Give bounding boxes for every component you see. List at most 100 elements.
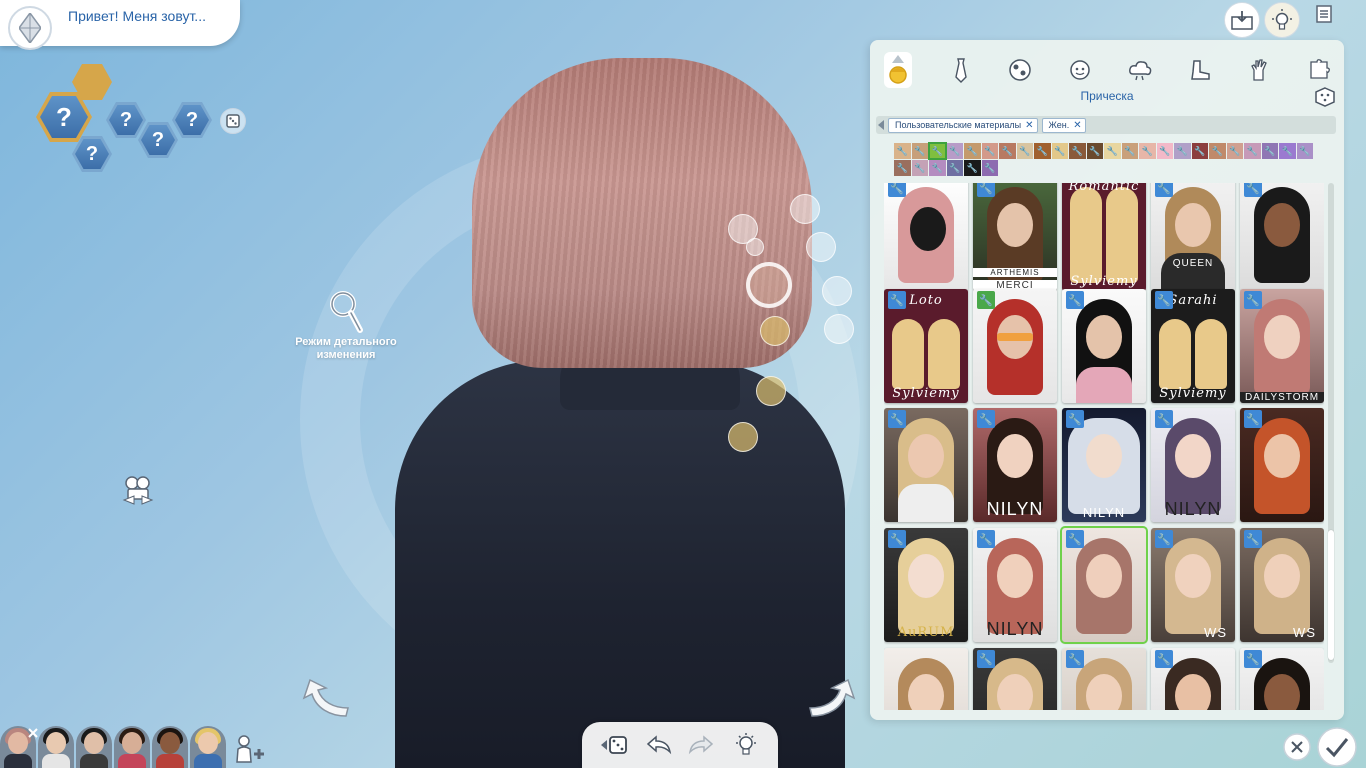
hairstyle-item[interactable]: 🔧 xyxy=(1062,648,1146,710)
hairstyle-item[interactable]: AuRUM 🔧 xyxy=(884,528,968,642)
tips-lightbulb-icon[interactable] xyxy=(1264,2,1300,38)
glove-icon[interactable] xyxy=(1239,52,1281,88)
household-sim-avatar[interactable] xyxy=(38,726,74,768)
filter-chip-custom-content[interactable]: Пользовательские материалы ✕ xyxy=(888,117,1038,133)
hairstyle-item[interactable]: 🔧 xyxy=(1240,648,1324,710)
close-icon[interactable]: ✕ xyxy=(1025,120,1033,131)
remove-sim-x-icon[interactable] xyxy=(28,728,38,738)
hair-tab-icon[interactable] xyxy=(884,52,912,88)
hair-part-selector[interactable] xyxy=(790,194,820,224)
hairstyle-item[interactable]: 🔧 xyxy=(1240,183,1324,291)
trait-slot-3[interactable]: ? xyxy=(172,102,212,138)
trait-slot-1[interactable]: ? xyxy=(106,102,146,138)
randomize-outfit-dice-icon[interactable] xyxy=(1314,86,1336,113)
hair-color-swatch[interactable]: 🔧 xyxy=(929,160,946,176)
hairstyle-item[interactable]: NILYN 🔧 xyxy=(1151,408,1235,522)
randomize-traits-dice-icon[interactable] xyxy=(220,108,246,134)
tie-icon[interactable] xyxy=(940,52,982,88)
filter-back-arrow-icon[interactable] xyxy=(878,120,884,130)
hairstyle-item[interactable]: 🔧 xyxy=(884,408,968,522)
hairstyle-item-selected[interactable]: 🔧 xyxy=(1060,526,1148,644)
hair-color-swatch[interactable]: 🔧 xyxy=(928,142,947,160)
hair-accessory-selector[interactable] xyxy=(728,422,758,452)
accept-checkmark-icon[interactable] xyxy=(1316,726,1358,768)
filter-chip-female[interactable]: Жен. ✕ xyxy=(1041,117,1086,133)
hairstyle-item[interactable]: 🔧 xyxy=(1062,289,1146,403)
hairstyle-item[interactable]: 🔧 xyxy=(1151,648,1235,710)
hair-color-swatch[interactable]: 🔧 xyxy=(1034,143,1051,159)
undo-icon[interactable] xyxy=(643,730,673,760)
hairstyle-item[interactable]: Loto Sylviemy 🔧 xyxy=(884,289,968,403)
hair-color-swatch[interactable]: 🔧 xyxy=(894,160,911,176)
hair-color-swatch[interactable]: 🔧 xyxy=(981,143,998,159)
hairstyle-item[interactable]: 🔧 xyxy=(1240,408,1324,522)
hairstyle-item[interactable]: DAILYSTORM 🔧 xyxy=(1240,289,1324,403)
hair-part-selector[interactable] xyxy=(824,314,854,344)
hairstyle-item[interactable]: 🔧 xyxy=(884,183,968,291)
hair-color-swatch[interactable]: 🔧 xyxy=(946,160,963,176)
hairstyle-item[interactable]: NILYN 🔧 xyxy=(973,408,1057,522)
hair-color-swatch[interactable]: 🔧 xyxy=(1296,143,1313,159)
plumbob-icon[interactable] xyxy=(8,6,52,50)
face-icon[interactable] xyxy=(1059,52,1101,88)
lightbulb-icon[interactable] xyxy=(731,730,761,760)
gallery-icon[interactable] xyxy=(1224,2,1260,38)
hairstyle-item[interactable] xyxy=(884,648,968,710)
hair-color-swatch[interactable]: 🔧 xyxy=(894,143,911,159)
hairstyle-item[interactable]: NILYN 🔧 xyxy=(973,528,1057,642)
hairstyle-item[interactable]: QUEEN 🔧 xyxy=(1151,183,1235,291)
hair-color-swatch[interactable]: 🔧 xyxy=(999,143,1016,159)
hairstyle-item[interactable]: NILYN 🔧 xyxy=(1062,408,1146,522)
hair-accessory-selector[interactable] xyxy=(756,376,786,406)
rotate-left-arrow-icon[interactable] xyxy=(300,676,352,727)
hairstyle-item[interactable]: 🔧 xyxy=(973,289,1057,403)
hair-color-swatch[interactable]: 🔧 xyxy=(1279,143,1296,159)
hairstyle-item[interactable]: WS 🔧 xyxy=(1240,528,1324,642)
hair-accessory-selector[interactable] xyxy=(760,316,790,346)
hair-color-swatch[interactable]: 🔧 xyxy=(1016,143,1033,159)
randomize-dice-icon[interactable] xyxy=(599,730,629,760)
sim-hair[interactable] xyxy=(472,58,812,368)
hair-color-swatch[interactable]: 🔧 xyxy=(1069,143,1086,159)
hairstyle-item[interactable]: 🔧 xyxy=(973,648,1057,710)
puzzle-icon[interactable] xyxy=(1298,52,1340,88)
camera-toggle-icon[interactable] xyxy=(120,474,156,513)
close-icon[interactable]: ✕ xyxy=(1073,120,1081,131)
household-sim-avatar[interactable] xyxy=(152,726,188,768)
boot-icon[interactable] xyxy=(1179,52,1221,88)
hair-part-selector-active[interactable] xyxy=(746,262,792,308)
grid-scroll-thumb[interactable] xyxy=(1328,530,1334,660)
hair-color-swatch[interactable]: 🔧 xyxy=(1261,143,1278,159)
hair-color-swatch[interactable]: 🔧 xyxy=(1226,143,1243,159)
hairstyle-item[interactable]: WS 🔧 xyxy=(1151,528,1235,642)
hair-color-swatch[interactable]: 🔧 xyxy=(1051,143,1068,159)
redo-icon[interactable] xyxy=(687,730,717,760)
hair-color-swatch[interactable]: 🔧 xyxy=(1156,143,1173,159)
household-sim-avatar[interactable] xyxy=(190,726,226,768)
collapse-arrow-icon[interactable] xyxy=(891,55,904,63)
hair-color-swatch[interactable]: 🔧 xyxy=(1104,143,1121,159)
hair-part-selector[interactable] xyxy=(822,276,852,306)
hair-color-swatch[interactable]: 🔧 xyxy=(1121,143,1138,159)
menu-icon[interactable] xyxy=(1314,4,1334,29)
hair-color-swatch[interactable]: 🔧 xyxy=(1209,143,1226,159)
hair-part-selector[interactable] xyxy=(806,232,836,262)
hair-color-swatch[interactable]: 🔧 xyxy=(911,160,928,176)
hair-color-swatch[interactable]: 🔧 xyxy=(946,143,963,159)
ball-icon[interactable] xyxy=(1000,52,1042,88)
hair-color-swatch[interactable]: 🔧 xyxy=(964,143,981,159)
hair-color-swatch[interactable]: 🔧 xyxy=(964,160,981,176)
hairstyle-item[interactable]: ARTHEMIS MERCI 🔧 xyxy=(973,183,1057,291)
hair-color-swatch[interactable]: 🔧 xyxy=(1086,143,1103,159)
cancel-x-icon[interactable] xyxy=(1282,732,1312,762)
cloud-icon[interactable] xyxy=(1119,52,1161,88)
hair-color-swatch[interactable]: 🔧 xyxy=(981,160,998,176)
hair-part-selector[interactable] xyxy=(746,238,764,256)
hairstyle-item[interactable]: Romantic Sylviemy xyxy=(1062,183,1146,291)
add-sim-icon[interactable] xyxy=(234,734,266,768)
hair-color-swatch[interactable]: 🔧 xyxy=(1139,143,1156,159)
hair-color-swatch[interactable]: 🔧 xyxy=(1244,143,1261,159)
household-sim-avatar[interactable] xyxy=(114,726,150,768)
hairstyle-item[interactable]: Sarahi Sylviemy 🔧 xyxy=(1151,289,1235,403)
hair-color-swatch[interactable]: 🔧 xyxy=(1191,143,1208,159)
